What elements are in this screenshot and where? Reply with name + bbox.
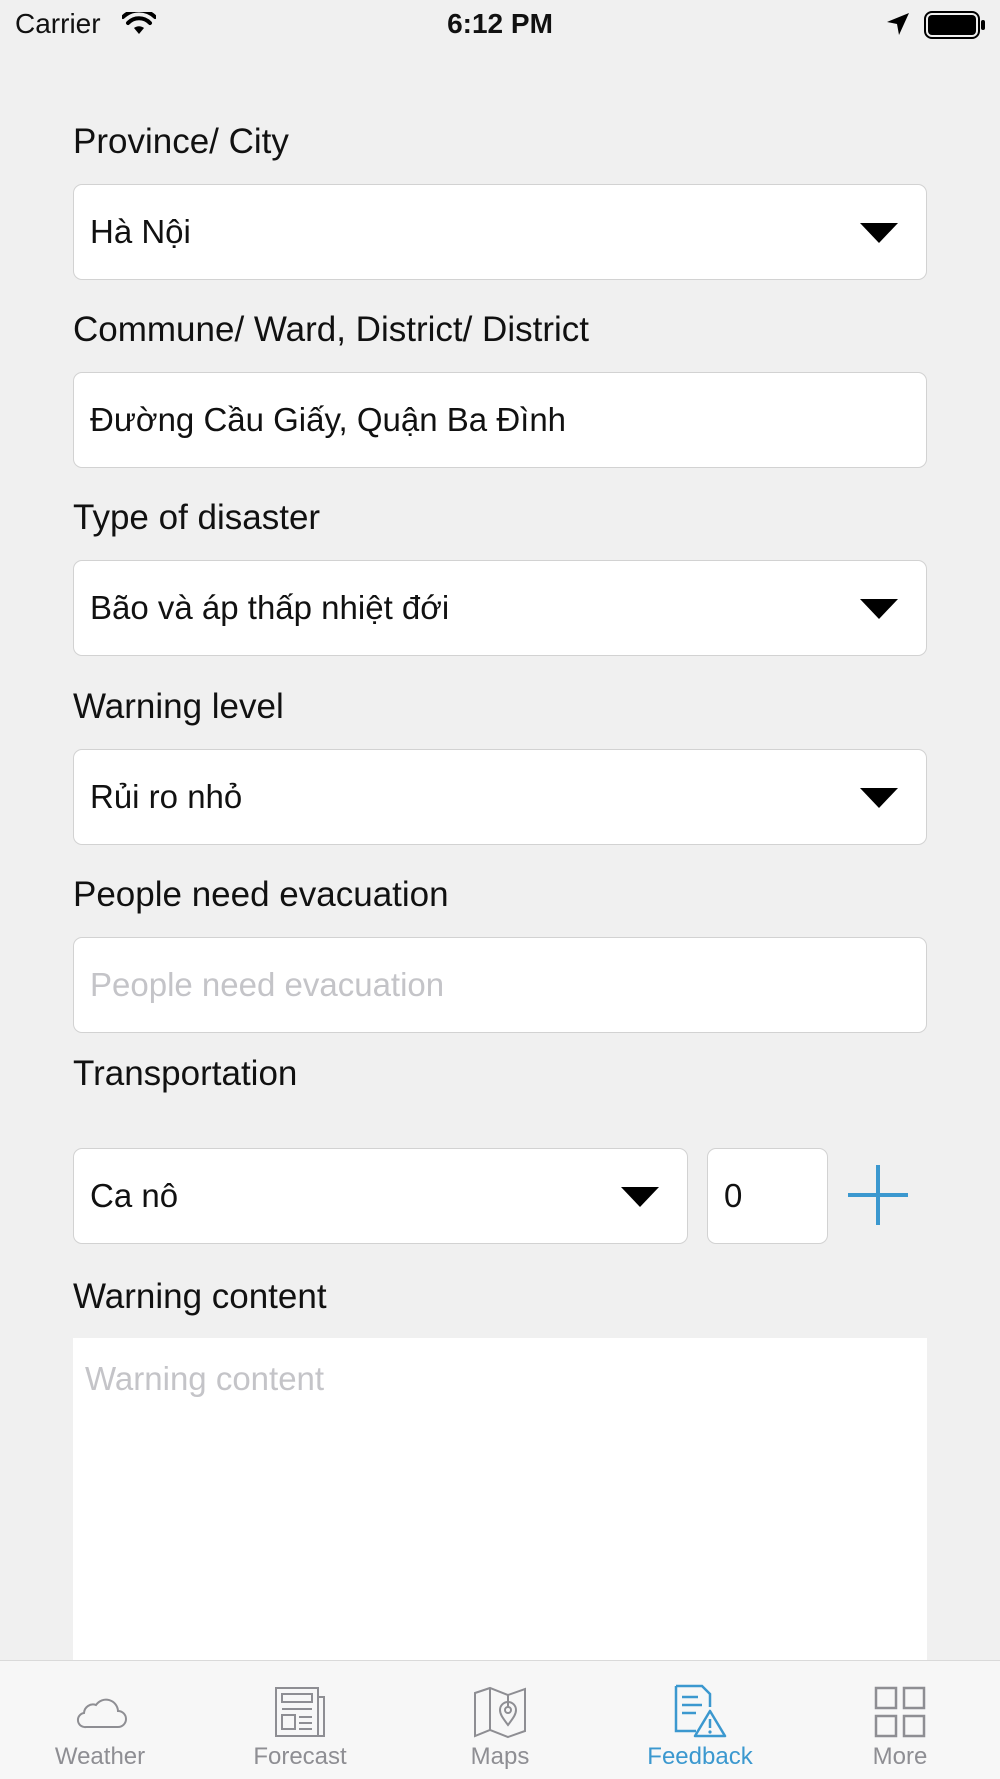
tab-weather-label: Weather (54, 1743, 146, 1770)
tab-weather[interactable]: Weather (0, 1661, 200, 1779)
tab-more[interactable]: More (800, 1661, 1000, 1779)
transportation-quantity-input[interactable]: 0 (707, 1148, 828, 1244)
cloud-icon (76, 1698, 127, 1729)
province-value: Hà Nội (90, 213, 191, 250)
disaster-type-select[interactable]: Bão và áp thấp nhiệt đới (73, 560, 927, 656)
evacuation-label: People need evacuation (73, 875, 449, 914)
status-bar: Carrier 6:12 PM (0, 0, 1000, 52)
warning-level-value: Rủi ro nhỏ (90, 778, 243, 815)
commune-field[interactable]: Đường Cầu Giấy, Quận Ba Đình (73, 372, 927, 468)
tab-forecast-label: Forecast (253, 1743, 347, 1770)
commune-label: Commune/ Ward, District/ District (73, 310, 589, 349)
province-label: Province/ City (73, 122, 289, 161)
tab-more-label: More (872, 1743, 928, 1770)
transportation-quantity: 0 (724, 1177, 743, 1214)
newspaper-icon (275, 1687, 325, 1737)
warning-level-select[interactable]: Rủi ro nhỏ (73, 749, 927, 845)
evacuation-placeholder: People need evacuation (90, 966, 445, 1003)
transportation-value: Ca nô (90, 1177, 179, 1214)
warning-content-label: Warning content (73, 1277, 327, 1316)
chevron-down-icon (860, 599, 898, 619)
clock: 6:12 PM (447, 8, 553, 39)
commune-value: Đường Cầu Giấy, Quận Ba Đình (90, 401, 567, 438)
disaster-type-value: Bão và áp thấp nhiệt đới (90, 589, 450, 626)
chevron-down-icon (621, 1187, 659, 1207)
tab-maps[interactable]: Maps (400, 1661, 600, 1779)
tab-bar: Weather Forecast Maps Feedback More (0, 1660, 1000, 1779)
tab-feedback-label: Feedback (647, 1743, 753, 1770)
plus-icon (848, 1165, 908, 1225)
warning-level-label: Warning level (73, 687, 284, 726)
chevron-down-icon (860, 788, 898, 808)
map-icon (474, 1686, 526, 1739)
disaster-type-label: Type of disaster (73, 498, 321, 537)
warning-content-textarea[interactable]: Warning content (73, 1338, 927, 1678)
transportation-select[interactable]: Ca nô (73, 1148, 688, 1244)
warning-content-placeholder: Warning content (85, 1360, 325, 1397)
transportation-label: Transportation (73, 1054, 298, 1093)
chevron-down-icon (860, 223, 898, 243)
tab-maps-label: Maps (470, 1743, 530, 1770)
tab-feedback[interactable]: Feedback (600, 1661, 800, 1779)
province-select[interactable]: Hà Nội (73, 184, 927, 280)
tab-forecast[interactable]: Forecast (200, 1661, 400, 1779)
evacuation-input[interactable]: People need evacuation (73, 937, 927, 1033)
battery-icon (924, 11, 986, 44)
grid-icon (874, 1686, 926, 1738)
add-transportation-button[interactable] (846, 1163, 910, 1232)
location-arrow-icon (885, 11, 911, 42)
feedback-warning-icon (674, 1684, 727, 1738)
